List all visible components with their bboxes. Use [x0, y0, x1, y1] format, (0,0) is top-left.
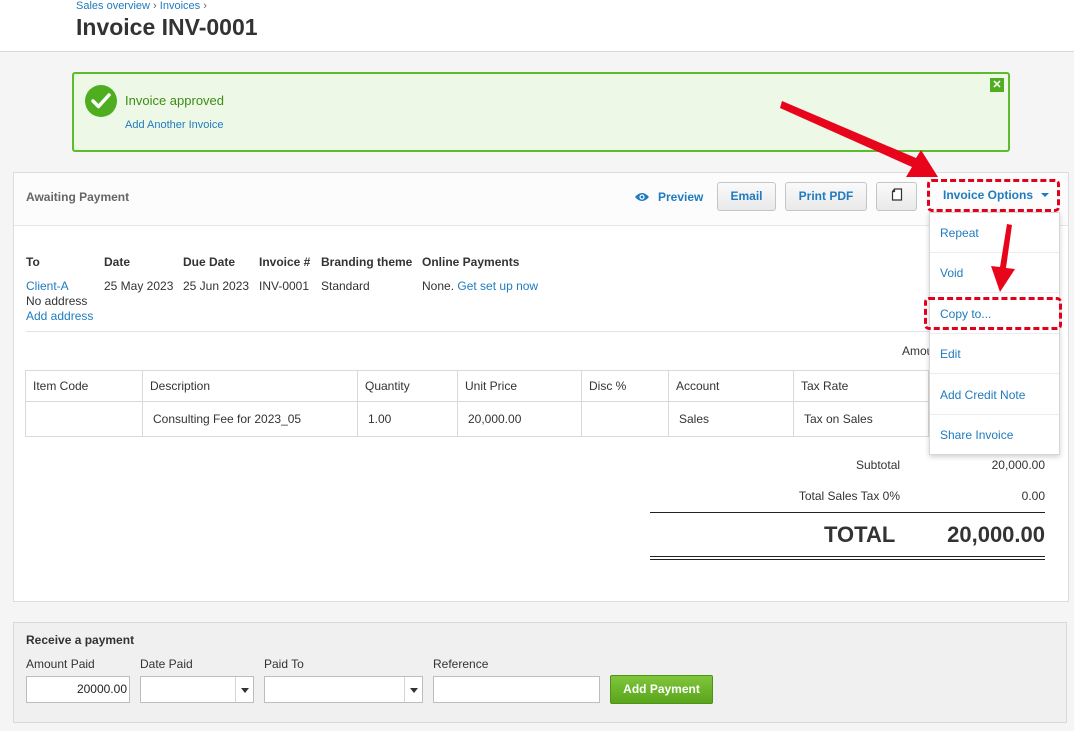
dropdown-arrow-icon[interactable] [404, 677, 422, 702]
table-header: Account [668, 370, 794, 402]
detail-branding: Branding theme Standard [321, 255, 412, 294]
amount-paid-input[interactable]: 20000.00 [26, 676, 130, 703]
close-icon[interactable]: ✕ [990, 78, 1004, 92]
breadcrumb: Sales overview › Invoices › [76, 0, 207, 12]
invoice-toolbar: Awaiting Payment Preview Email Print PDF… [14, 173, 1068, 226]
date-value: 25 May 2023 [104, 279, 174, 293]
menu-item-share-invoice[interactable]: Share Invoice [930, 415, 1059, 455]
detail-date: Date 25 May 2023 [104, 255, 173, 294]
detail-to: To Client-A No address Add address [26, 255, 93, 324]
page-header: Sales overview › Invoices › Invoice INV-… [0, 0, 1074, 52]
divider [26, 331, 1056, 332]
date-paid-label: Date Paid [140, 657, 193, 671]
amount-paid-label: Amount Paid [26, 657, 95, 671]
alert-message: Invoice approved [125, 93, 225, 108]
add-payment-button[interactable]: Add Payment [610, 675, 713, 704]
table-cell[interactable]: Consulting Fee for 2023_05 [142, 401, 358, 437]
invoice-panel: Awaiting Payment Preview Email Print PDF… [13, 172, 1069, 602]
table-cell[interactable]: Sales [668, 401, 794, 437]
breadcrumb-separator: › [153, 0, 157, 12]
invoice-number-value: INV-0001 [259, 279, 310, 293]
annotation-highlight-invoice-options [927, 179, 1060, 212]
copy-icon [891, 188, 903, 203]
get-set-up-link[interactable]: Get set up now [457, 279, 538, 293]
due-date-label: Due Date [183, 255, 236, 269]
table-header-row: Item Code Description Quantity Unit Pric… [25, 370, 929, 402]
eye-icon [634, 191, 650, 206]
annotation-highlight-copy-to [924, 297, 1062, 330]
subtotal-label: Subtotal [856, 458, 901, 472]
preview-label: Preview [658, 190, 704, 204]
branding-label: Branding theme [321, 255, 413, 269]
branding-value: Standard [321, 279, 370, 293]
client-address: No address [26, 294, 88, 308]
dropdown-arrow-icon[interactable] [235, 677, 253, 702]
page-title: Invoice INV-0001 [76, 14, 258, 40]
table-cell[interactable]: 20,000.00 [457, 401, 582, 437]
menu-item-add-credit-note[interactable]: Add Credit Note [930, 375, 1059, 415]
add-address-link[interactable]: Add address [26, 309, 93, 324]
detail-online-payments: Online Payments None. Get set up now [422, 255, 538, 294]
sales-tax-value: 0.00 [1021, 489, 1045, 503]
table-row[interactable]: Consulting Fee for 2023_05 1.00 20,000.0… [25, 401, 929, 437]
table-cell[interactable]: 1.00 [357, 401, 458, 437]
table-header: Description [142, 370, 358, 402]
invoice-number-label: Invoice # [259, 255, 311, 269]
total-value: 20,000.00 [947, 522, 1045, 547]
date-paid-input[interactable] [140, 676, 254, 703]
reference-input[interactable] [433, 676, 600, 703]
date-label: Date [104, 255, 131, 269]
table-header: Disc % [581, 370, 669, 402]
table-cell[interactable] [25, 401, 143, 437]
breadcrumb-sales-overview[interactable]: Sales overview [76, 0, 150, 12]
paid-to-label: Paid To [264, 657, 304, 671]
total-label: TOTAL [824, 522, 896, 547]
table-cell[interactable]: Tax on Sales [793, 401, 929, 437]
menu-item-edit[interactable]: Edit [930, 334, 1059, 374]
client-link[interactable]: Client-A [26, 279, 93, 294]
email-button[interactable]: Email [717, 182, 776, 211]
table-header: Unit Price [457, 370, 582, 402]
detail-due-date: Due Date 25 Jun 2023 [183, 255, 249, 294]
line-items-table: Item Code Description Quantity Unit Pric… [25, 370, 929, 437]
add-another-invoice-link[interactable]: Add Another Invoice [125, 119, 223, 131]
breadcrumb-invoices[interactable]: Invoices [160, 0, 200, 12]
status-label: Awaiting Payment [26, 190, 130, 204]
online-payments-value: None. [422, 279, 455, 293]
table-header: Item Code [25, 370, 143, 402]
total-rule-bottom [650, 556, 1045, 557]
receive-payment-panel: Receive a payment Amount Paid Date Paid … [13, 622, 1067, 723]
table-cell[interactable] [581, 401, 669, 437]
reference-label: Reference [433, 657, 489, 671]
to-label: To [26, 255, 40, 269]
table-header: Quantity [357, 370, 458, 402]
table-header: Tax Rate [793, 370, 929, 402]
sales-tax-label: Total Sales Tax 0% [798, 489, 900, 503]
print-pdf-button[interactable]: Print PDF [785, 182, 867, 211]
receive-payment-title: Receive a payment [26, 633, 135, 647]
copy-button[interactable] [876, 182, 917, 211]
breadcrumb-separator: › [203, 0, 207, 12]
total-rule-top [650, 512, 1045, 513]
paid-to-select[interactable] [264, 676, 423, 703]
total-rule-bottom-double [650, 559, 1045, 560]
online-payments-label: Online Payments [422, 255, 520, 269]
menu-item-void[interactable]: Void [930, 253, 1059, 293]
detail-invoice-number: Invoice # INV-0001 [259, 255, 310, 294]
check-icon [85, 85, 117, 117]
invoice-options-menu: Repeat Void Copy to... Edit Add Credit N… [929, 212, 1060, 455]
preview-button[interactable]: Preview [634, 190, 703, 206]
success-alert: Invoice approved Add Another Invoice ✕ [72, 72, 1010, 152]
menu-item-repeat[interactable]: Repeat [930, 213, 1059, 253]
due-date-value: 25 Jun 2023 [183, 279, 250, 293]
subtotal-value: 20,000.00 [991, 458, 1045, 472]
